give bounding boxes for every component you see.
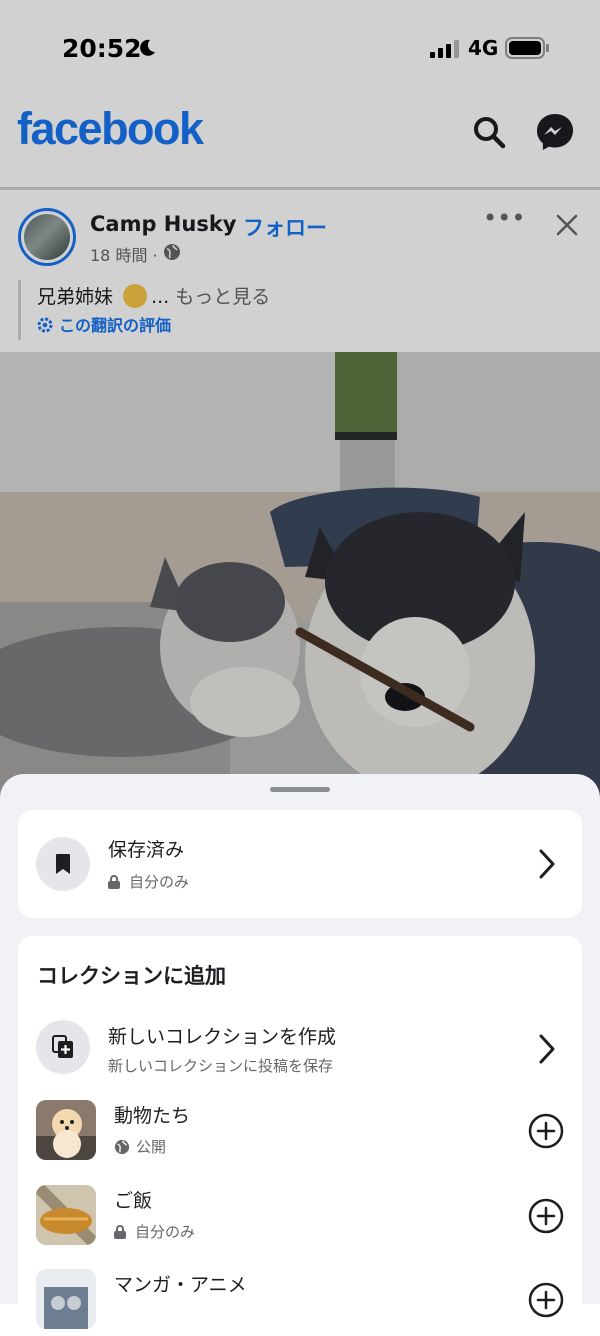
follow-button[interactable]: フォロー bbox=[243, 212, 327, 242]
caption-ellipsis: ... bbox=[151, 286, 170, 308]
collection-name: 動物たち bbox=[114, 1105, 191, 1127]
collection-privacy-label: 公開 bbox=[136, 1138, 167, 1156]
post-author[interactable]: Camp Husky bbox=[90, 212, 237, 236]
smile-emoji-icon bbox=[123, 284, 148, 308]
save-bottom-sheet: 保存済み 自分のみ コレクションに追加 新しいコレクションを作成 新しいコレクシ… bbox=[0, 774, 600, 1336]
translation-divider bbox=[18, 280, 21, 340]
add-circle-icon[interactable] bbox=[528, 1113, 564, 1149]
lock-icon bbox=[114, 1225, 126, 1239]
status-bar: 20:52 4G bbox=[0, 0, 600, 95]
chevron-right-icon bbox=[539, 849, 555, 879]
translation-rating-link[interactable]: この翻訳の評価 bbox=[37, 312, 171, 336]
lock-icon bbox=[108, 875, 120, 889]
network-label: 4G bbox=[468, 36, 499, 60]
huskies-photo bbox=[0, 352, 600, 812]
chevron-right-icon bbox=[539, 1034, 555, 1064]
saved-row[interactable]: 保存済み 自分のみ bbox=[18, 810, 582, 918]
saved-privacy: 自分のみ bbox=[108, 871, 189, 892]
saved-title: 保存済み bbox=[108, 839, 185, 861]
collection-name: マンガ・アニメ bbox=[114, 1274, 247, 1296]
create-collection-subtitle: 新しいコレクションに投稿を保存 bbox=[108, 1057, 334, 1075]
gear-icon bbox=[37, 317, 53, 333]
collection-privacy: 自分のみ bbox=[114, 1221, 195, 1242]
translation-rating-label: この翻訳の評価 bbox=[59, 316, 172, 335]
moon-icon bbox=[140, 39, 155, 56]
collection-thumbnail bbox=[36, 1269, 96, 1329]
add-circle-icon[interactable] bbox=[528, 1282, 564, 1318]
app-header: facebook bbox=[0, 95, 600, 190]
globe-icon bbox=[164, 244, 180, 260]
create-collection-title: 新しいコレクションを作成 bbox=[108, 1026, 337, 1048]
collection-thumbnail bbox=[36, 1100, 96, 1160]
facebook-logo[interactable]: facebook bbox=[17, 103, 204, 155]
post-timestamp: 18 時間 · bbox=[90, 246, 158, 265]
bookmark-icon bbox=[36, 837, 90, 891]
close-icon[interactable] bbox=[552, 210, 582, 240]
post-caption: 兄弟姉妹 ... もっと見る bbox=[37, 282, 270, 309]
page-avatar[interactable] bbox=[18, 208, 76, 266]
collection-privacy-label: 自分のみ bbox=[135, 1223, 196, 1241]
status-time: 20:52 bbox=[62, 34, 142, 63]
post-photo[interactable] bbox=[0, 352, 600, 812]
sheet-drag-handle[interactable] bbox=[270, 787, 330, 792]
signal-icon bbox=[430, 40, 459, 58]
search-icon[interactable] bbox=[470, 113, 508, 151]
battery-icon bbox=[505, 37, 549, 59]
collection-privacy: 公開 bbox=[114, 1136, 166, 1157]
messenger-icon[interactable] bbox=[534, 111, 576, 153]
add-circle-icon[interactable] bbox=[528, 1198, 564, 1234]
new-collection-icon bbox=[36, 1020, 90, 1074]
more-options-icon[interactable]: ••• bbox=[483, 206, 525, 234]
saved-privacy-label: 自分のみ bbox=[129, 873, 190, 891]
author-separator: · bbox=[228, 212, 235, 236]
collection-thumbnail bbox=[36, 1185, 96, 1245]
caption-text: 兄弟姉妹 bbox=[37, 286, 114, 308]
collections-heading: コレクションに追加 bbox=[37, 964, 226, 988]
post-header: Camp Husky · フォロー 18 時間 · ••• 兄弟姉妹 ... も… bbox=[0, 190, 600, 352]
globe-icon bbox=[114, 1139, 130, 1155]
collections-card: コレクションに追加 新しいコレクションを作成 新しいコレクションに投稿を保存 動… bbox=[18, 936, 582, 1336]
see-more-link[interactable]: もっと見る bbox=[175, 286, 270, 308]
collection-name: ご飯 bbox=[114, 1190, 153, 1212]
